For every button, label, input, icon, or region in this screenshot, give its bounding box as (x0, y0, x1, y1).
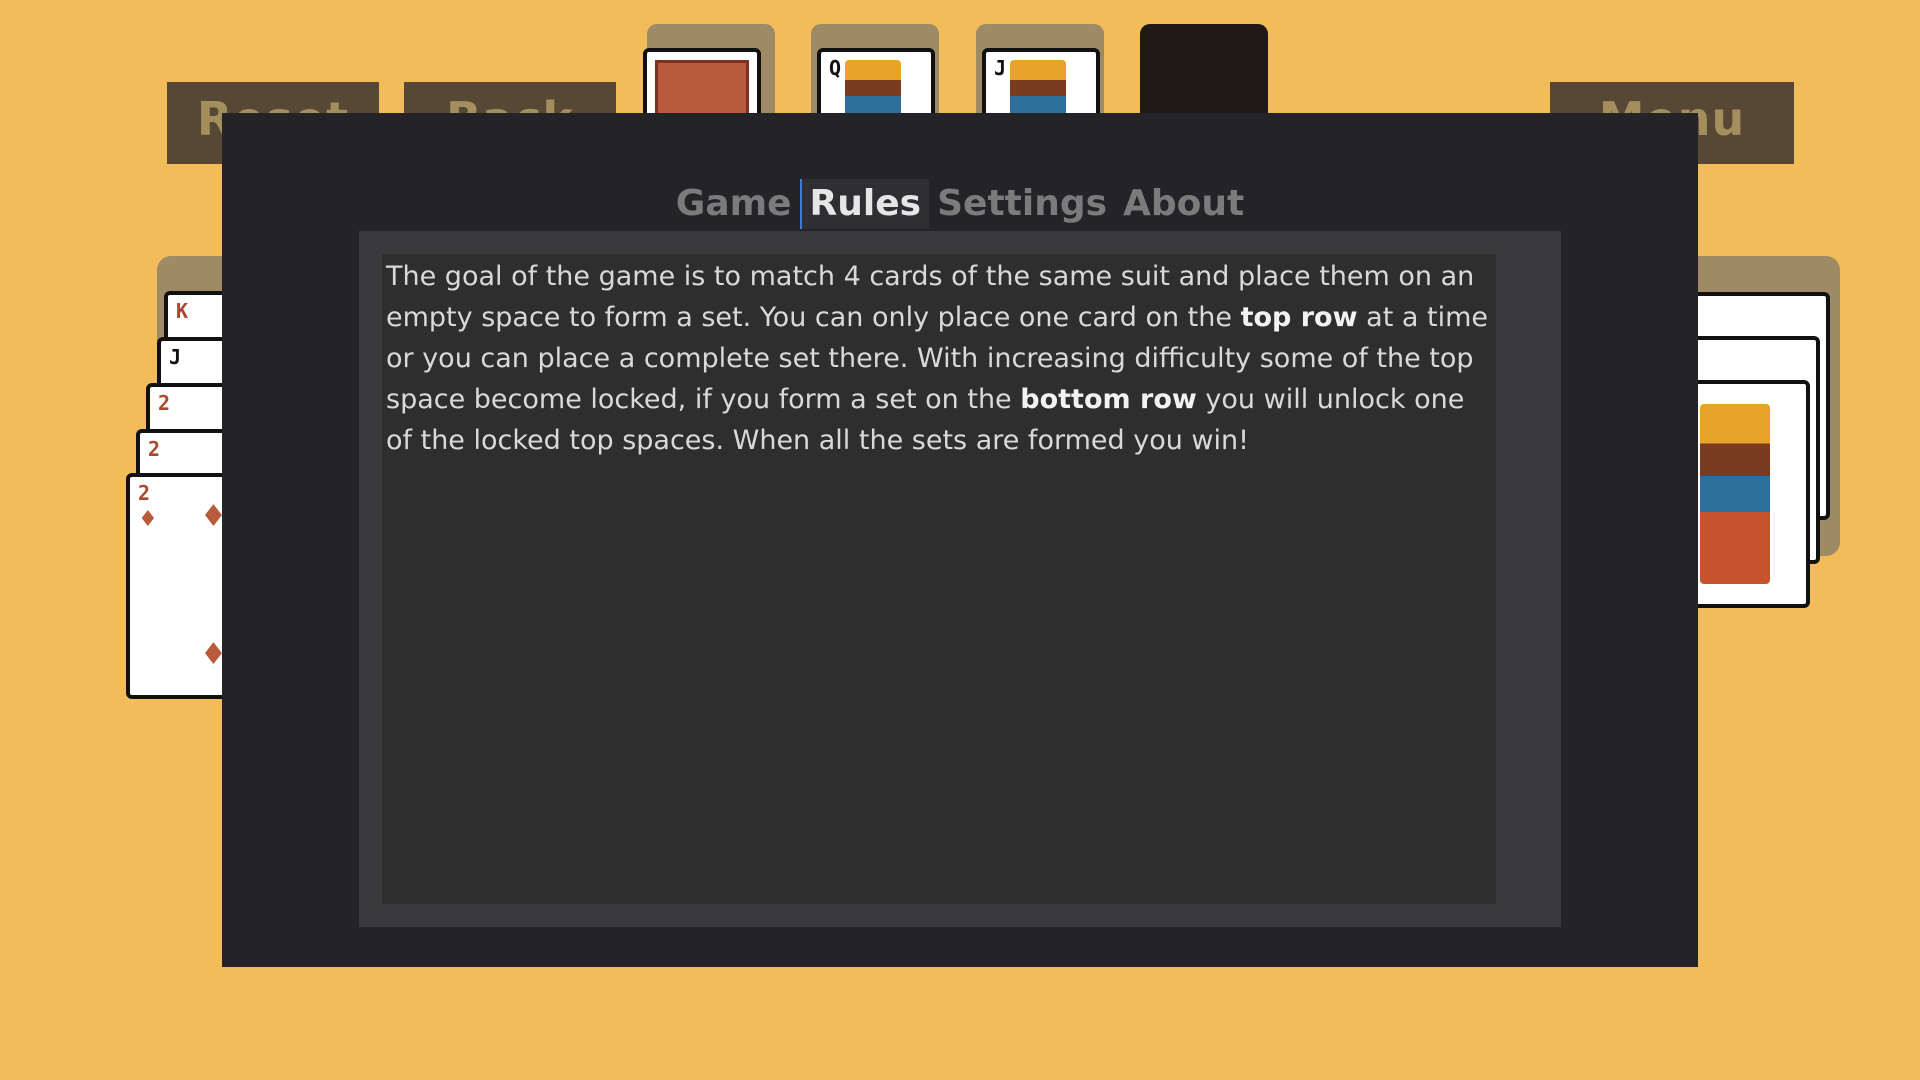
card-rank: K (176, 299, 189, 323)
tab-settings[interactable]: Settings (929, 179, 1115, 229)
card-rank: J (994, 56, 1007, 80)
content-frame: The goal of the game is to match 4 cards… (359, 231, 1561, 927)
rules-panel[interactable]: The goal of the game is to match 4 cards… (382, 254, 1496, 904)
tab-about[interactable]: About (1115, 179, 1252, 229)
card-rank: 2 (148, 437, 161, 461)
rules-text-bold: top row (1240, 302, 1358, 333)
card-rank: 2 (158, 391, 171, 415)
options-modal: Game Rules Settings About The goal of the g… (222, 113, 1698, 967)
modal-tabs: Game Rules Settings About (222, 179, 1698, 229)
tab-game[interactable]: Game (668, 179, 800, 229)
card-rank: J (169, 345, 182, 369)
rules-text: The goal of the game is to match 4 cards… (382, 254, 1496, 461)
king-face-art (1700, 404, 1770, 584)
card-rank: 2 (138, 481, 151, 505)
card-rank: Q (829, 56, 842, 80)
diamond-icon: ♦ (138, 507, 158, 532)
rules-text-bold: bottom row (1020, 384, 1197, 415)
game-board: Reset Back Menu Q J K J 2 2 2 ♦ ♦ ♦ (0, 0, 1920, 1080)
tab-rules[interactable]: Rules (799, 179, 930, 229)
